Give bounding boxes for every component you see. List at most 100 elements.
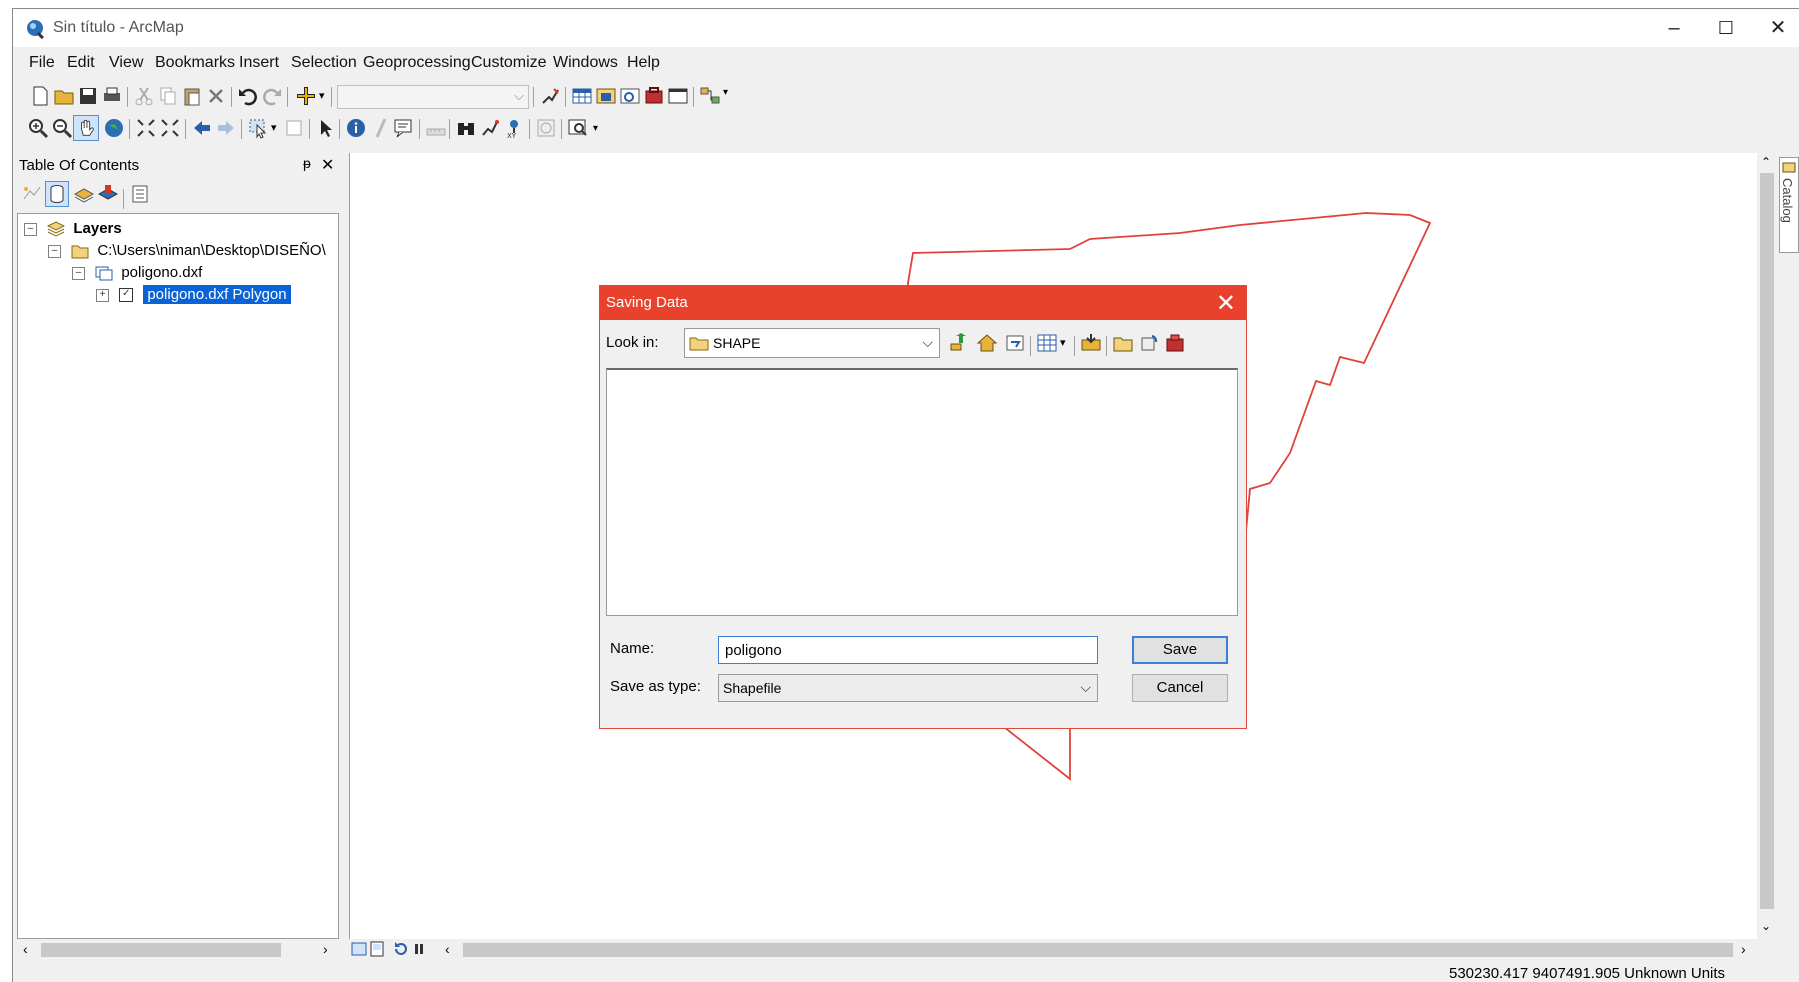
menu-bookmarks[interactable]: Bookmarks: [155, 54, 235, 72]
select-dropdown-icon[interactable]: ▾: [271, 121, 277, 134]
collapse-icon[interactable]: –: [24, 222, 37, 236]
home-icon[interactable]: [976, 332, 998, 354]
print-icon[interactable]: [101, 85, 123, 107]
model-builder-icon[interactable]: [699, 85, 721, 107]
dialog-close-button[interactable]: ✕: [1216, 289, 1236, 318]
html-popup-icon[interactable]: [393, 117, 415, 139]
refresh-icon[interactable]: [393, 941, 409, 957]
full-extent-globe-icon[interactable]: [103, 117, 125, 139]
map-scroll-left-icon[interactable]: ‹: [445, 941, 450, 957]
select-elements-arrow-icon[interactable]: [315, 117, 337, 139]
scroll-thumb[interactable]: [1760, 173, 1774, 909]
add-data-icon[interactable]: [295, 85, 317, 107]
new-folder-icon[interactable]: [1112, 332, 1134, 354]
name-input[interactable]: [718, 636, 1098, 664]
save-as-type-select[interactable]: Shapefile ⌵: [718, 674, 1098, 702]
editor-toolbar-icon[interactable]: [539, 85, 561, 107]
connect-to-server-icon[interactable]: [1080, 332, 1102, 354]
maximize-button[interactable]: ☐: [1703, 13, 1749, 43]
toolbox-icon[interactable]: [1164, 332, 1186, 354]
menu-edit[interactable]: Edit: [67, 54, 95, 72]
pause-drawing-icon[interactable]: [411, 941, 427, 957]
menu-help[interactable]: Help: [627, 54, 660, 72]
list-by-visibility-icon[interactable]: [73, 183, 95, 205]
toolbar-overflow-icon[interactable]: ▾: [723, 87, 728, 98]
pin-icon[interactable]: ᵽ: [303, 155, 311, 171]
polygon-layer-label[interactable]: poligono.dxf Polygon: [143, 285, 291, 304]
catalog-window-icon[interactable]: [595, 85, 617, 107]
menu-customize[interactable]: Customize: [471, 54, 547, 72]
toc-scroll-left-icon[interactable]: ‹: [23, 941, 28, 957]
pan-tool-active[interactable]: [73, 115, 99, 141]
menu-geoprocessing[interactable]: Geoprocessing: [363, 54, 471, 72]
back-arrow-icon[interactable]: [191, 117, 213, 139]
tree-row-layers[interactable]: – Layers: [24, 220, 122, 242]
close-window-button[interactable]: ✕: [1755, 13, 1799, 43]
save-icon[interactable]: [77, 85, 99, 107]
scroll-down-icon[interactable]: ⌄: [1761, 919, 1771, 933]
look-in-combobox[interactable]: SHAPE ⌵: [684, 328, 940, 358]
cut-icon[interactable]: [133, 85, 155, 107]
go-to-xy-icon[interactable]: XY: [503, 117, 525, 139]
arctoolbox-icon[interactable]: [643, 85, 665, 107]
menu-file[interactable]: File: [29, 54, 55, 72]
expand-icon[interactable]: +: [96, 288, 109, 302]
delete-icon[interactable]: [205, 85, 227, 107]
file-list-view[interactable]: [606, 368, 1238, 616]
map-scroll-right-icon[interactable]: ›: [1741, 941, 1746, 957]
clear-selection-icon[interactable]: [283, 117, 305, 139]
hyperlink-icon[interactable]: [369, 117, 391, 139]
toc-horizontal-scroll-thumb[interactable]: [41, 943, 281, 957]
select-features-icon[interactable]: [247, 117, 269, 139]
scroll-up-icon[interactable]: ⌃: [1761, 155, 1771, 169]
menu-view[interactable]: View: [109, 54, 143, 72]
tree-row-polygon-layer[interactable]: + ✓ poligono.dxf Polygon: [96, 285, 291, 308]
time-slider-icon[interactable]: [535, 117, 557, 139]
minimize-button[interactable]: –: [1651, 13, 1697, 43]
fixed-zoom-out-icon[interactable]: [159, 117, 181, 139]
copy-icon[interactable]: [157, 85, 179, 107]
find-route-icon[interactable]: [479, 117, 501, 139]
layout-view-icon[interactable]: [369, 941, 385, 957]
layer-visibility-checkbox[interactable]: ✓: [119, 288, 134, 303]
catalog-side-tab[interactable]: Catalog: [1779, 157, 1799, 253]
connect-folder-icon[interactable]: [1004, 332, 1026, 354]
undo-icon[interactable]: [237, 85, 259, 107]
options-icon[interactable]: [129, 183, 151, 205]
fixed-zoom-in-icon[interactable]: [135, 117, 157, 139]
map-horizontal-scroll-thumb[interactable]: [463, 943, 1733, 957]
list-by-source-tab[interactable]: [45, 181, 69, 207]
view-list-icon[interactable]: [1036, 332, 1058, 354]
paste-icon[interactable]: [181, 85, 203, 107]
redo-icon[interactable]: [261, 85, 283, 107]
create-viewer-window-icon[interactable]: [567, 117, 589, 139]
new-document-icon[interactable]: [29, 85, 51, 107]
up-one-level-icon[interactable]: [948, 332, 970, 354]
refresh-list-icon[interactable]: [1138, 332, 1160, 354]
zoom-in-icon[interactable]: [27, 117, 49, 139]
list-by-drawing-order-icon[interactable]: [21, 183, 43, 205]
menu-insert[interactable]: Insert: [239, 54, 279, 72]
list-by-selection-icon[interactable]: [97, 183, 119, 205]
data-view-icon[interactable]: [351, 941, 367, 957]
map-vertical-scrollbar[interactable]: ⌃ ⌄: [1757, 153, 1777, 939]
collapse-icon[interactable]: –: [48, 244, 61, 258]
collapse-icon[interactable]: –: [72, 266, 85, 280]
toolbar-overflow-icon[interactable]: ▾: [593, 123, 598, 134]
find-binoculars-icon[interactable]: [455, 117, 477, 139]
zoom-out-icon[interactable]: [51, 117, 73, 139]
add-data-dropdown-icon[interactable]: ▾: [319, 89, 325, 102]
open-folder-icon[interactable]: [53, 85, 75, 107]
menu-selection[interactable]: Selection: [291, 54, 357, 72]
tree-row-dxf[interactable]: – poligono.dxf: [72, 264, 202, 286]
toc-scroll-right-icon[interactable]: ›: [323, 941, 328, 957]
map-scale-combobox[interactable]: ⌵: [337, 85, 529, 109]
toc-close-button[interactable]: ✕: [321, 155, 334, 175]
table-icon[interactable]: [571, 85, 593, 107]
view-dropdown-icon[interactable]: ▾: [1060, 336, 1066, 349]
python-window-icon[interactable]: [667, 85, 689, 107]
identify-icon[interactable]: [345, 117, 367, 139]
cancel-button[interactable]: Cancel: [1132, 674, 1228, 702]
forward-arrow-icon[interactable]: [215, 117, 237, 139]
tree-row-folder[interactable]: – C:\Users\niman\Desktop\DISEÑO\: [48, 242, 326, 264]
